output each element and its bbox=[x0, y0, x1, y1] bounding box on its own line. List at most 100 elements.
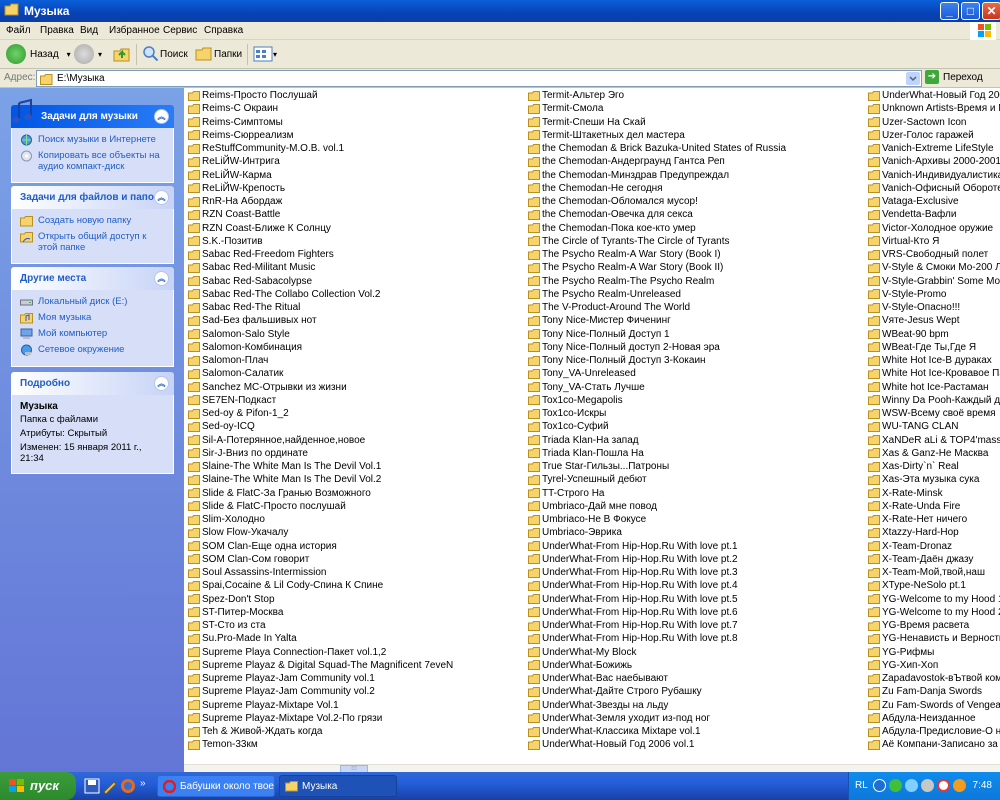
folder-item[interactable]: X-Team-Мой,твой,наш bbox=[868, 566, 985, 579]
folder-item[interactable]: WU-TANG CLAN bbox=[868, 420, 958, 433]
folder-item[interactable]: UnderWhat-From Hip-Hop.Ru With love pt.8 bbox=[528, 632, 738, 645]
folder-item[interactable]: Sabac Red-Freedom Fighters bbox=[188, 248, 334, 261]
tray-antivirus-icon[interactable] bbox=[889, 779, 902, 792]
folder-item[interactable]: White hot Ice-Растаман bbox=[868, 381, 989, 394]
folder-item[interactable]: Supreme Playa Connection-Пакет vol.1,2 bbox=[188, 646, 386, 659]
music-tasks-header[interactable]: Задачи для музыки ︽ bbox=[11, 98, 174, 128]
folder-item[interactable]: Tox1co-Суфий bbox=[528, 420, 609, 433]
back-button[interactable]: Назад ▾ bbox=[6, 43, 71, 65]
folder-item[interactable]: Reims-Сюрреализм bbox=[188, 129, 294, 142]
address-dropdown-button[interactable] bbox=[906, 72, 920, 85]
folder-item[interactable]: Xas-Эта музыка сука bbox=[868, 473, 979, 486]
folder-item[interactable]: Temon-33км bbox=[188, 738, 258, 751]
taskbar-item-music[interactable]: Музыка bbox=[279, 775, 397, 797]
folder-item[interactable]: Sanchez MC-Отрывки из жизни bbox=[188, 381, 347, 394]
collapse-icon[interactable]: ︽ bbox=[154, 271, 169, 286]
folder-item[interactable]: Termit-Смола bbox=[528, 102, 603, 115]
place-network[interactable]: Сетевое окружение bbox=[20, 344, 165, 356]
folder-item[interactable]: Zu Fam-Swords of Vengeance bbox=[868, 699, 1000, 712]
folder-item[interactable]: ReLiЙW-Карма bbox=[188, 169, 272, 182]
folder-item[interactable]: YG-Welcome to my Hood 1 bbox=[868, 593, 1000, 606]
language-indicator[interactable]: RL bbox=[855, 780, 868, 791]
folder-item[interactable]: Umbriaco-Не В Фокусе bbox=[528, 513, 646, 526]
folder-item[interactable]: Slaine-The White Man Is The Devil Vol.2 bbox=[188, 473, 381, 486]
folder-item[interactable]: V-Style-Опасно!!! bbox=[868, 301, 960, 314]
folder-item[interactable]: Spai,Cocaine & Lil Cody-Спина К Спине bbox=[188, 579, 383, 592]
place-my-computer[interactable]: Мой компьютер bbox=[20, 328, 165, 340]
folder-item[interactable]: UnderWhat-From Hip-Hop.Ru With love pt.5 bbox=[528, 593, 738, 606]
folder-item[interactable]: Slaine-The White Man Is The Devil Vol.1 bbox=[188, 460, 381, 473]
folder-item[interactable]: YG-Welcome to my Hood 2 bbox=[868, 606, 1000, 619]
task-new-folder[interactable]: Создать новую папку bbox=[20, 215, 165, 227]
folder-item[interactable]: VRS-Свободный полет bbox=[868, 248, 988, 261]
file-list[interactable]: Reims-Просто Послушай Reims-С Окраин Reims… bbox=[184, 88, 1000, 764]
folder-item[interactable]: Supreme Playaz-Mixtape Vol.1 bbox=[188, 699, 339, 712]
folder-item[interactable]: Tox1co-Megapolis bbox=[528, 394, 623, 407]
chevron-down-icon[interactable]: ▾ bbox=[67, 50, 71, 59]
folder-item[interactable]: Tony Nice-Полный доступ 2-Новая эра bbox=[528, 341, 720, 354]
other-places-header[interactable]: Другие места ︽ bbox=[11, 267, 174, 290]
up-folder-button[interactable] bbox=[112, 43, 132, 65]
folder-item[interactable]: The Psycho Realm-The Psycho Realm bbox=[528, 275, 714, 288]
folder-item[interactable]: UnderWhat-My Block bbox=[528, 646, 636, 659]
taskbar-item-opera[interactable]: Бабушки около твое... bbox=[157, 775, 275, 797]
folder-item[interactable]: S.K.-Позитив bbox=[188, 235, 263, 248]
folder-item[interactable]: X-Rate-Нет ничего bbox=[868, 513, 967, 526]
folder-item[interactable]: Tony_VA-Стать Лучше bbox=[528, 381, 645, 394]
folder-item[interactable]: UnderWhat-Звезды на льду bbox=[528, 699, 668, 712]
folder-item[interactable]: Salomon-Салатик bbox=[188, 367, 283, 380]
folder-item[interactable]: UnderWhat-From Hip-Hop.Ru With love pt.1 bbox=[528, 540, 738, 553]
folder-item[interactable]: Teh & Живой-Ждать когда bbox=[188, 725, 322, 738]
folder-item[interactable]: Reims-С Окраин bbox=[188, 102, 278, 115]
folder-item[interactable]: Slim-Холодно bbox=[188, 513, 265, 526]
folder-item[interactable]: Victor-Холодное оружие bbox=[868, 222, 993, 235]
folder-item[interactable]: UnderWhat-Новый Год 2006 vol.1 bbox=[528, 738, 694, 751]
folder-item[interactable]: WBeat-90 bpm bbox=[868, 328, 949, 341]
folder-item[interactable]: Zapadavostok-вЪтвой компас bbox=[868, 672, 1000, 685]
start-button[interactable]: пуск bbox=[0, 772, 76, 800]
folder-item[interactable]: Sir-J-Вниз по ординате bbox=[188, 447, 308, 460]
folder-item[interactable]: Vanich-Индивидуалистика bbox=[868, 169, 1000, 182]
folder-item[interactable]: UnderWhat-From Hip-Hop.Ru With love pt.2 bbox=[528, 553, 738, 566]
horizontal-scrollbar[interactable]: ⁝⁝⁝ bbox=[184, 764, 1000, 773]
menu-edit[interactable]: Правка bbox=[40, 25, 74, 36]
folder-item[interactable]: RnR-На Абордаж bbox=[188, 195, 282, 208]
firefox-quicklaunch-icon[interactable] bbox=[120, 778, 136, 794]
folder-item[interactable]: True Star-Гильзы...Патроны bbox=[528, 460, 669, 473]
tray-security-icon[interactable] bbox=[937, 779, 950, 792]
folder-item[interactable]: Termit-Альтер Эго bbox=[528, 89, 624, 102]
tray-volume-icon[interactable] bbox=[921, 779, 934, 792]
folder-item[interactable]: Umbriaco-Эврика bbox=[528, 526, 622, 539]
folder-item[interactable]: UnderWhat-Классика Mixtape vol.1 bbox=[528, 725, 701, 738]
folder-item[interactable]: The Psycho Realm-Unreleased bbox=[528, 288, 681, 301]
folder-item[interactable]: Su.Pro-Made In Yalta bbox=[188, 632, 297, 645]
folder-item[interactable]: The Psycho Realm-A War Story (Book II) bbox=[528, 261, 723, 274]
folder-item[interactable]: Virtual-Кто Я bbox=[868, 235, 939, 248]
folder-item[interactable]: X-Team-Даён джазу bbox=[868, 553, 973, 566]
folder-item[interactable]: the Chemodan-Обломался мусор! bbox=[528, 195, 698, 208]
folder-item[interactable]: The Psycho Realm-A War Story (Book I) bbox=[528, 248, 721, 261]
maximize-button[interactable]: □ bbox=[961, 2, 980, 20]
task-search-music[interactable]: Поиск музыки в Интернете bbox=[20, 134, 165, 146]
folder-item[interactable]: Vanich-Архивы 2000-2001 bbox=[868, 155, 1000, 168]
folder-item[interactable]: V-Style & Смоки Мо-200 Лет С bbox=[868, 261, 1000, 274]
folder-item[interactable]: the Chemodan-Овечка для секса bbox=[528, 208, 693, 221]
folder-item[interactable]: WSW-Всему своё время bbox=[868, 407, 996, 420]
folder-item[interactable]: Tox1co-Искры bbox=[528, 407, 606, 420]
folder-item[interactable]: the Chemodan-Не сегодня bbox=[528, 182, 663, 195]
folder-item[interactable]: Sed-oy-ICQ bbox=[188, 420, 255, 433]
folder-item[interactable]: ST-Сто из ста bbox=[188, 619, 266, 632]
collapse-icon[interactable]: ︽ bbox=[154, 376, 169, 391]
folder-item[interactable]: TT-Строго На bbox=[528, 487, 604, 500]
folder-item[interactable]: Slide & FlatC-Просто послушай bbox=[188, 500, 346, 513]
folder-item[interactable]: Supreme Playaz-Mixtape Vol.2-По грязи bbox=[188, 712, 382, 725]
menu-favorites[interactable]: Избранное bbox=[109, 25, 160, 36]
folder-item[interactable]: Xtazzy-Hard-Hop bbox=[868, 526, 959, 539]
folder-item[interactable]: ST-Питер-Москва bbox=[188, 606, 283, 619]
folder-item[interactable]: Uzer-Голос гаражей bbox=[868, 129, 974, 142]
go-button[interactable]: ➔ Переход bbox=[925, 70, 983, 84]
folder-item[interactable]: Vendetta-Вафли bbox=[868, 208, 956, 221]
task-share-folder[interactable]: Открыть общий доступ к этой папке bbox=[20, 231, 165, 253]
folder-item[interactable]: V-Style-Promo bbox=[868, 288, 946, 301]
folder-item[interactable]: YG-Хип-Хоп bbox=[868, 659, 938, 672]
